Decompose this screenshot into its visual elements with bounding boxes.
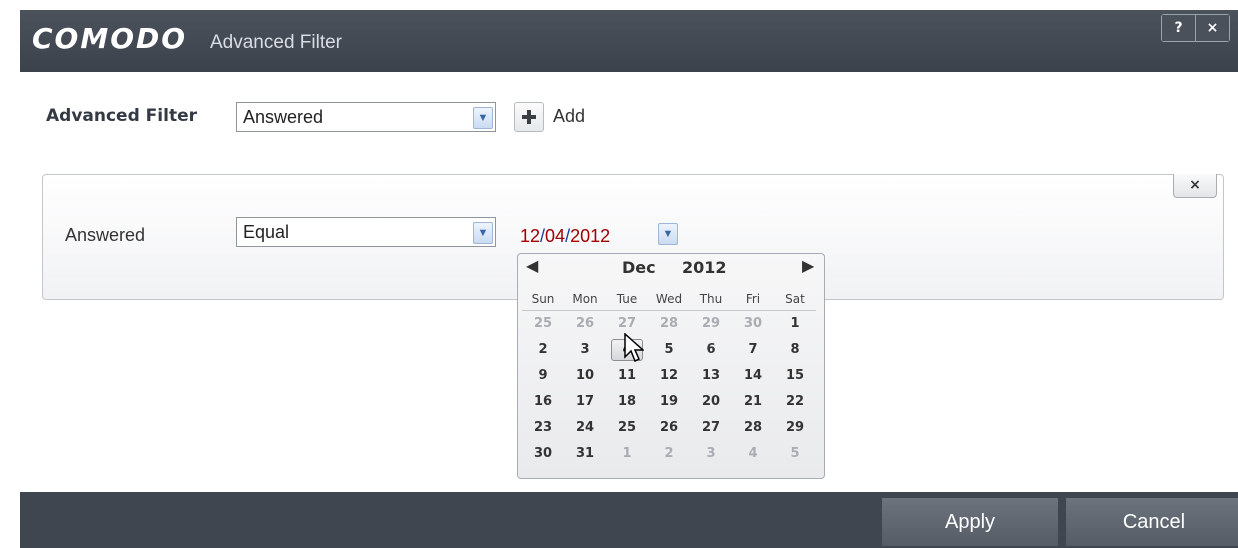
filter-content: Advanced Filter Answered ▼ Add × Answere…	[20, 72, 1238, 492]
weekday-header: Sat	[774, 288, 816, 311]
calendar-day[interactable]: 7	[732, 337, 774, 363]
calendar-day[interactable]: 21	[732, 389, 774, 415]
calendar-day[interactable]: 23	[522, 415, 564, 441]
add-label[interactable]: Add	[553, 106, 585, 127]
calendar-day[interactable]: 30	[522, 441, 564, 467]
calendar-day[interactable]: 18	[606, 389, 648, 415]
calendar-day[interactable]: 2	[648, 441, 690, 467]
operator-select[interactable]: Equal ▼	[236, 217, 496, 247]
calendar-day[interactable]: 29	[774, 415, 816, 441]
calendar-day[interactable]: 11	[606, 363, 648, 389]
filter-field-select[interactable]: Answered ▼	[236, 102, 496, 132]
weekday-header: Wed	[648, 288, 690, 311]
calendar-day[interactable]: 25	[522, 311, 564, 337]
calendar-day[interactable]: 3	[564, 337, 606, 363]
comodo-logo: COMODO	[32, 22, 188, 55]
calendar-year: 2012	[682, 258, 727, 277]
weekday-header: Tue	[606, 288, 648, 311]
help-button[interactable]: ?	[1162, 15, 1195, 41]
date-month: 12	[520, 226, 541, 246]
calendar-grid: SunMonTueWedThuFriSat2526272829301234567…	[522, 288, 816, 467]
weekday-header: Thu	[690, 288, 732, 311]
next-month-icon[interactable]: ▶	[802, 256, 814, 275]
calendar-day[interactable]: 19	[648, 389, 690, 415]
calendar-day[interactable]: 29	[690, 311, 732, 337]
date-picker-field[interactable]: 12/04/2012 ▼	[518, 220, 678, 250]
calendar-day[interactable]: 10	[564, 363, 606, 389]
calendar-day[interactable]: 2	[522, 337, 564, 363]
calendar-day[interactable]: 30	[732, 311, 774, 337]
calendar-day[interactable]: 1	[606, 441, 648, 467]
calendar-day[interactable]: 6	[690, 337, 732, 363]
calendar-day[interactable]: 16	[522, 389, 564, 415]
calendar-day[interactable]: 25	[606, 415, 648, 441]
calendar-day[interactable]: 28	[648, 311, 690, 337]
apply-button[interactable]: Apply	[882, 498, 1058, 546]
window-controls: ? ×	[1161, 14, 1230, 42]
chevron-down-icon[interactable]: ▼	[473, 222, 493, 244]
calendar-day[interactable]: 9	[522, 363, 564, 389]
calendar-day[interactable]: 12	[648, 363, 690, 389]
calendar-day[interactable]: 14	[732, 363, 774, 389]
calendar-day[interactable]: 31	[564, 441, 606, 467]
window-title: Advanced Filter	[210, 32, 343, 53]
weekday-header: Fri	[732, 288, 774, 311]
remove-condition-button[interactable]: ×	[1173, 174, 1217, 198]
calendar-day[interactable]: 3	[690, 441, 732, 467]
condition-field-label: Answered	[65, 225, 146, 245]
advanced-filter-window: COMODO Advanced Filter ? × Advanced Filt…	[20, 10, 1238, 548]
calendar-day[interactable]: 26	[564, 311, 606, 337]
date-year: 2012	[570, 226, 611, 246]
calendar-day[interactable]: 28	[732, 415, 774, 441]
cancel-button[interactable]: Cancel	[1066, 498, 1238, 546]
weekday-header: Sun	[522, 288, 564, 311]
calendar-popup: ◀ Dec 2012 ▶ Sun Mon Tue Wed Thu Fri Sat 25 26 27…	[517, 253, 825, 479]
calendar-day[interactable]: 13	[690, 363, 732, 389]
close-button[interactable]: ×	[1195, 15, 1229, 41]
calendar-day[interactable]: 8	[774, 337, 816, 363]
weekday-header: Mon	[564, 288, 606, 311]
title-bar: COMODO Advanced Filter ? ×	[20, 10, 1238, 72]
advanced-filter-label: Advanced Filter	[46, 106, 197, 126]
mouse-cursor-icon	[624, 333, 644, 363]
add-button[interactable]	[514, 102, 544, 132]
calendar-day[interactable]: 20	[690, 389, 732, 415]
calendar-day[interactable]: 15	[774, 363, 816, 389]
filter-field-value: Answered	[243, 107, 324, 127]
calendar-day[interactable]: 24	[564, 415, 606, 441]
calendar-day[interactable]: 1	[774, 311, 816, 337]
calendar-day[interactable]: 5	[774, 441, 816, 467]
calendar-day[interactable]: 27	[690, 415, 732, 441]
calendar-day[interactable]: 5	[648, 337, 690, 363]
calendar-day[interactable]: 26	[648, 415, 690, 441]
calendar-month: Dec	[622, 258, 656, 277]
chevron-down-icon[interactable]: ▼	[658, 223, 678, 245]
calendar-day[interactable]: 4	[732, 441, 774, 467]
calendar-day[interactable]: 17	[564, 389, 606, 415]
footer-bar: Apply Cancel	[20, 492, 1238, 548]
chevron-down-icon[interactable]: ▼	[473, 107, 493, 129]
calendar-day[interactable]: 22	[774, 389, 816, 415]
operator-value: Equal	[243, 222, 290, 242]
prev-month-icon[interactable]: ◀	[526, 256, 538, 275]
date-day: 04	[545, 226, 566, 246]
